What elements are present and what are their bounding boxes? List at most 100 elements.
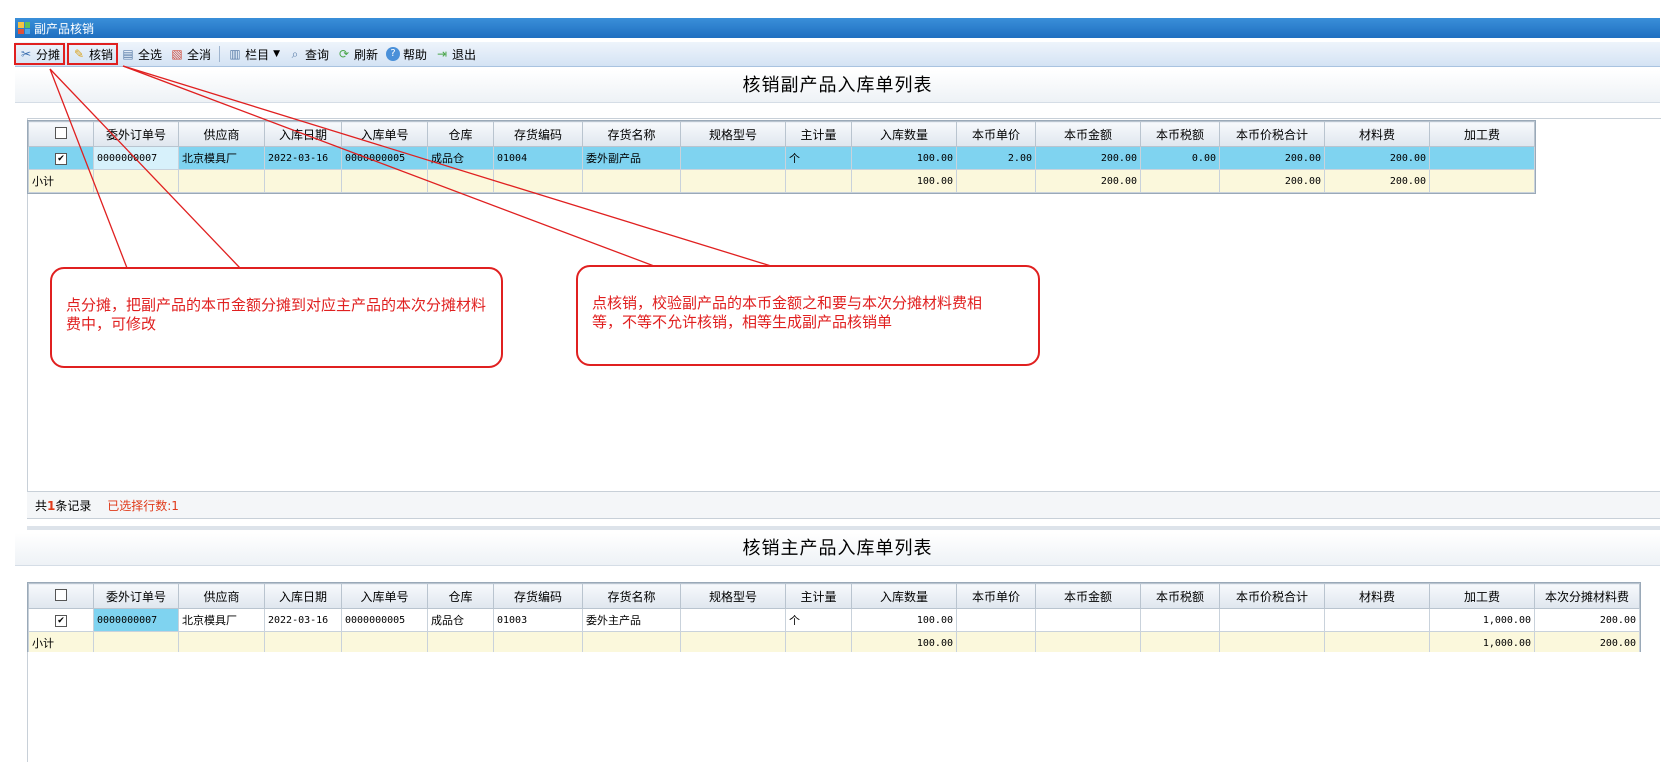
table-cell[interactable]: 0000000007 — [93, 608, 179, 632]
main-product-list-title: 核销主产品入库单列表 — [15, 533, 1660, 566]
table-cell[interactable]: 01003 — [493, 608, 583, 632]
subtotal-row: 小计 100.00 200.00 200.00 200.00 — [28, 169, 1535, 193]
table-cell — [680, 169, 786, 193]
query-button[interactable]: ⌕ 查询 — [284, 44, 333, 64]
column-header[interactable]: 委外订单号 — [93, 583, 179, 609]
table-cell[interactable] — [956, 608, 1036, 632]
column-header[interactable]: 本次分摊材料费 — [1534, 583, 1640, 609]
column-header[interactable]: 委外订单号 — [93, 121, 179, 147]
record-count-suffix: 条记录 — [55, 499, 92, 513]
column-header[interactable]: 入库日期 — [264, 121, 342, 147]
table-cell[interactable]: 个 — [785, 608, 852, 632]
table-cell[interactable] — [680, 608, 786, 632]
column-header[interactable]: 主计量 — [785, 121, 852, 147]
row-checkbox[interactable]: ✔ — [28, 146, 94, 170]
table-cell[interactable]: 0000000005 — [341, 146, 428, 170]
column-header[interactable]: 本币税额 — [1140, 583, 1220, 609]
table-cell[interactable]: 2022-03-16 — [264, 146, 342, 170]
column-header[interactable]: 材料费 — [1324, 121, 1430, 147]
table-cell[interactable]: 2022-03-16 — [264, 608, 342, 632]
deselect-all-button[interactable]: ▧ 全消 — [166, 44, 215, 64]
table-cell[interactable] — [1324, 608, 1430, 632]
table-cell — [264, 169, 342, 193]
column-header[interactable]: 本币金额 — [1035, 121, 1141, 147]
panel-splitter[interactable] — [27, 526, 1660, 530]
table-cell[interactable]: 成品仓 — [427, 608, 494, 632]
columns-button[interactable]: ▥ 栏目 ▼ — [224, 44, 284, 64]
help-button[interactable]: ? 帮助 — [382, 44, 431, 64]
verify-button[interactable]: ✎ 核销 — [67, 43, 119, 65]
column-header[interactable]: 本币单价 — [956, 121, 1036, 147]
select-all-icon: ▤ — [122, 47, 134, 61]
column-header[interactable]: 本币税额 — [1140, 121, 1220, 147]
selected-count: 已选择行数:1 — [107, 499, 179, 513]
column-header[interactable]: 规格型号 — [680, 121, 786, 147]
column-header[interactable]: 仓库 — [427, 121, 494, 147]
column-header[interactable]: 入库日期 — [264, 583, 342, 609]
table-cell: 200.00 — [1219, 169, 1325, 193]
column-header[interactable]: 供应商 — [178, 583, 265, 609]
column-header[interactable]: 入库数量 — [851, 121, 957, 147]
apportion-button[interactable]: ✂ 分摊 — [13, 43, 66, 65]
column-header[interactable]: 加工费 — [1429, 121, 1535, 147]
column-header[interactable]: 供应商 — [178, 121, 265, 147]
table-cell[interactable]: 2.00 — [956, 146, 1036, 170]
table-cell[interactable]: 北京模具厂 — [178, 146, 265, 170]
by-product-list-title: 核销副产品入库单列表 — [15, 70, 1660, 103]
table-cell[interactable]: 200.00 — [1035, 146, 1141, 170]
table-cell[interactable]: 1,000.00 — [1429, 608, 1535, 632]
search-icon: ⌕ — [291, 47, 299, 61]
table-cell[interactable]: 委外副产品 — [582, 146, 681, 170]
column-header[interactable]: 入库数量 — [851, 583, 957, 609]
table-cell[interactable]: 100.00 — [851, 608, 957, 632]
column-header[interactable]: 本币金额 — [1035, 583, 1141, 609]
select-all-checkbox[interactable] — [28, 583, 94, 609]
column-header[interactable]: 存货名称 — [582, 121, 681, 147]
column-header[interactable]: 存货编码 — [493, 583, 583, 609]
column-header[interactable]: 仓库 — [427, 583, 494, 609]
table-cell[interactable]: 委外主产品 — [582, 608, 681, 632]
column-header[interactable]: 加工费 — [1429, 583, 1535, 609]
select-all-button[interactable]: ▤ 全选 — [117, 44, 166, 64]
column-header[interactable]: 规格型号 — [680, 583, 786, 609]
row-checkbox[interactable]: ✔ — [28, 608, 94, 632]
column-header[interactable]: 本币价税合计 — [1219, 583, 1325, 609]
column-header[interactable]: 入库单号 — [341, 121, 428, 147]
select-all-checkbox[interactable] — [28, 121, 94, 147]
subtotal-label: 小计 — [28, 169, 94, 193]
column-header[interactable]: 材料费 — [1324, 583, 1430, 609]
table-cell[interactable] — [1429, 146, 1535, 170]
table-cell[interactable]: 200.00 — [1534, 608, 1640, 632]
table-cell: 200.00 — [1324, 169, 1430, 193]
table-cell[interactable]: 个 — [785, 146, 852, 170]
table-cell[interactable]: 成品仓 — [427, 146, 494, 170]
table-cell[interactable]: 0000000007 — [93, 146, 179, 170]
table-row[interactable]: ✔ 0000000007 北京模具厂 2022-03-16 0000000005… — [28, 146, 1535, 170]
table-cell[interactable]: 北京模具厂 — [178, 608, 265, 632]
table-cell[interactable]: 0000000005 — [341, 608, 428, 632]
column-header[interactable]: 存货编码 — [493, 121, 583, 147]
table-cell[interactable]: 200.00 — [1219, 146, 1325, 170]
column-header[interactable]: 本币价税合计 — [1219, 121, 1325, 147]
exit-button[interactable]: ⇥ 退出 — [431, 44, 480, 64]
table-cell[interactable]: 01004 — [493, 146, 583, 170]
column-header[interactable]: 主计量 — [785, 583, 852, 609]
table-cell[interactable] — [1035, 608, 1141, 632]
column-header[interactable]: 存货名称 — [582, 583, 681, 609]
table-cell[interactable]: 200.00 — [1324, 146, 1430, 170]
refresh-button[interactable]: ⟳ 刷新 — [333, 44, 382, 64]
table-cell — [341, 169, 428, 193]
table-cell[interactable] — [1219, 608, 1325, 632]
table-cell — [493, 169, 583, 193]
table-cell[interactable]: 100.00 — [851, 146, 957, 170]
table-cell[interactable] — [1140, 608, 1220, 632]
table-cell[interactable]: 0.00 — [1140, 146, 1220, 170]
table-row[interactable]: ✔ 0000000007 北京模具厂 2022-03-16 0000000005… — [28, 608, 1640, 632]
toolbar: ✂ 分摊 ✎ 核销 ▤ 全选 ▧ 全消 ▥ 栏目 ▼ ⌕ 查询 ⟳ 刷新 ? 帮… — [13, 42, 1660, 67]
column-header[interactable]: 入库单号 — [341, 583, 428, 609]
table-cell — [956, 169, 1036, 193]
main-product-grid: 委外订单号 供应商 入库日期 入库单号 仓库 存货编码 存货名称 规格型号 主计… — [27, 582, 1641, 656]
chevron-down-icon: ▼ — [273, 49, 280, 59]
table-cell[interactable] — [680, 146, 786, 170]
column-header[interactable]: 本币单价 — [956, 583, 1036, 609]
